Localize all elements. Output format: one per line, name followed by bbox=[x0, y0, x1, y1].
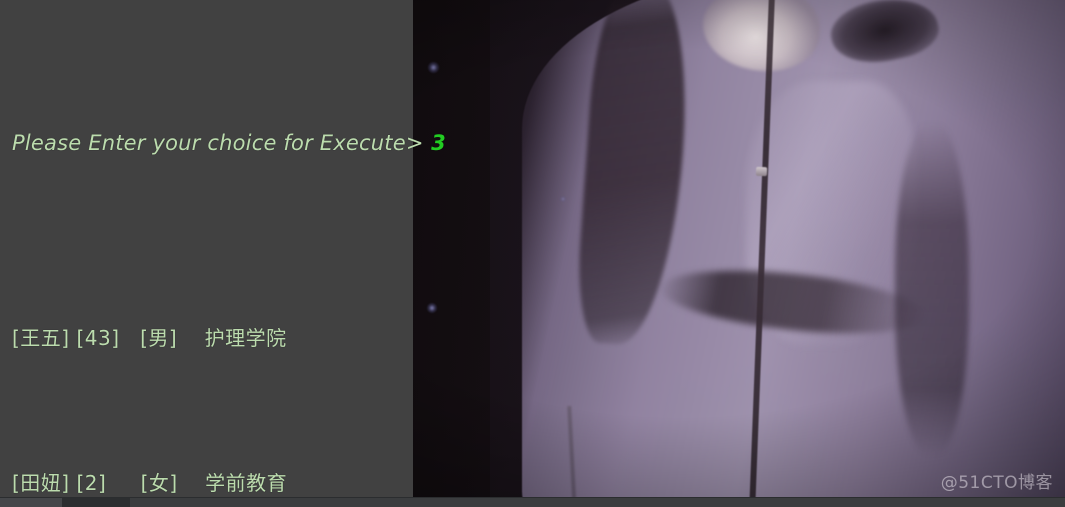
prompt-text: Please Enter your choice for Execute> bbox=[12, 131, 424, 156]
taskbar-start-area[interactable] bbox=[0, 498, 62, 507]
watermark: @51CTO博客 bbox=[940, 473, 1053, 493]
user-input-value: 3 bbox=[423, 131, 446, 156]
taskbar[interactable] bbox=[0, 497, 1065, 507]
console-line-prompt-answered: Please Enter your choice for Execute> 3 bbox=[12, 119, 1065, 168]
taskbar-empty-area[interactable] bbox=[130, 498, 1065, 507]
console-line-record-1: [王五] [43] [男] 护理学院 bbox=[12, 325, 287, 350]
taskbar-active-window[interactable] bbox=[62, 498, 130, 507]
console-output[interactable]: Please Enter your choice for Execute> 3 … bbox=[0, 0, 1065, 497]
screenshot-root: Please Enter your choice for Execute> 3 … bbox=[0, 0, 1065, 507]
